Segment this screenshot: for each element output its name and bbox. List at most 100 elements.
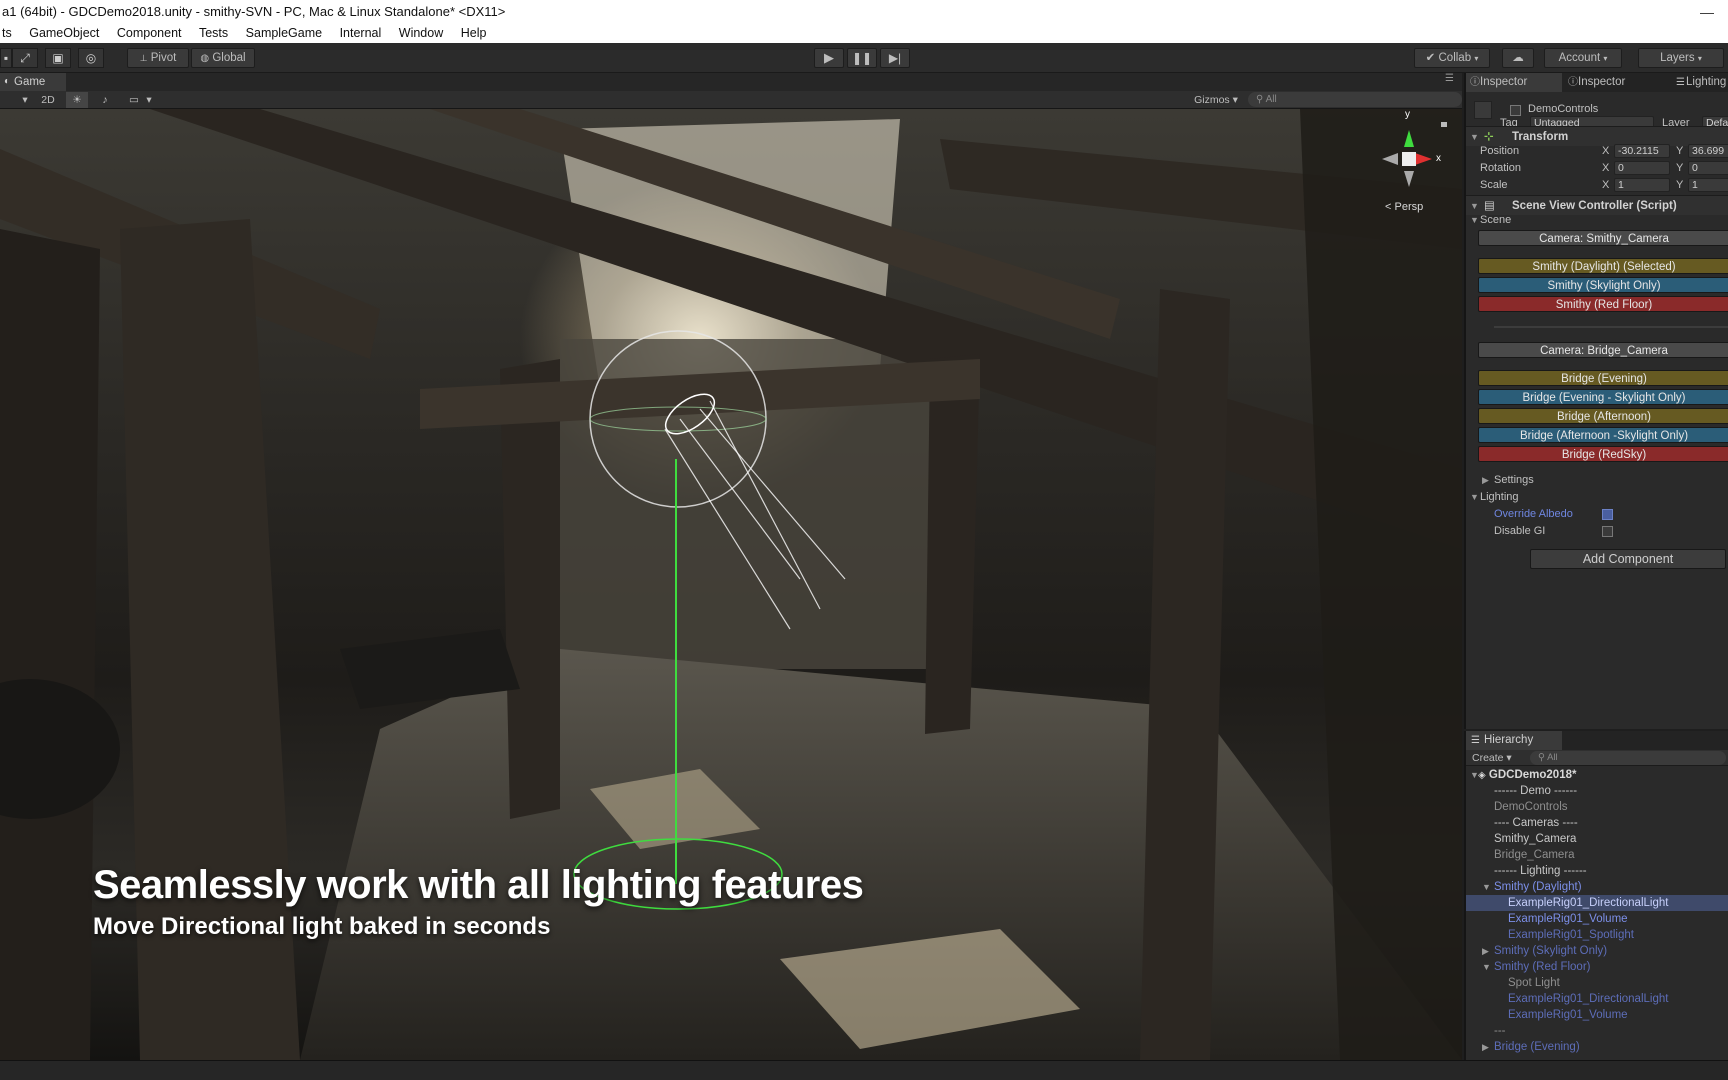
- menu-assets[interactable]: ts: [2, 24, 12, 43]
- panel-menu-icon[interactable]: ☰: [1445, 73, 1454, 84]
- chevron-down-icon: ▼: [1470, 215, 1479, 225]
- list-item[interactable]: ▶ Smithy (Skylight Only): [1466, 943, 1728, 959]
- effects-dropdown[interactable]: ▾: [144, 92, 154, 108]
- sun-icon[interactable]: ☀: [66, 92, 88, 108]
- menu-tests[interactable]: Tests: [199, 24, 228, 43]
- smithy-red-floor-button[interactable]: Smithy (Red Floor): [1478, 296, 1728, 312]
- scale-tool-icon[interactable]: ⤢: [12, 48, 38, 68]
- collab-button[interactable]: ✔ Collab ▾: [1414, 48, 1490, 68]
- tab-inspector-1[interactable]: ⓘ Inspector: [1466, 73, 1562, 92]
- list-item[interactable]: ------ Lighting ------: [1466, 863, 1728, 879]
- list-item[interactable]: Bridge_Camera: [1466, 847, 1728, 863]
- list-item[interactable]: ExampleRig01_DirectionalLight: [1466, 991, 1728, 1007]
- image-icon[interactable]: ▭: [124, 92, 144, 108]
- bridge-evening-skylight-button[interactable]: Bridge (Evening - Skylight Only): [1478, 389, 1728, 405]
- camera-bridge-button[interactable]: Camera: Bridge_Camera: [1478, 342, 1728, 358]
- add-component-button[interactable]: Add Component: [1530, 549, 1726, 569]
- tab-hierarchy[interactable]: ☰ Hierarchy: [1466, 731, 1562, 750]
- layers-button[interactable]: Layers ▾: [1638, 48, 1724, 68]
- position-y-value: 36.699: [1692, 145, 1725, 157]
- override-albedo-checkbox[interactable]: [1602, 509, 1613, 520]
- list-item[interactable]: ExampleRig01_DirectionalLight: [1466, 895, 1728, 911]
- step-button[interactable]: ▶|: [880, 48, 910, 68]
- audio-icon[interactable]: ♪: [94, 92, 116, 108]
- list-item[interactable]: ▶ Bridge (Evening): [1466, 1039, 1728, 1055]
- hierarchy-search-placeholder: All: [1547, 752, 1558, 763]
- list-item[interactable]: ExampleRig01_Volume: [1466, 911, 1728, 927]
- settings-foldout[interactable]: ▶ Settings: [1466, 472, 1728, 489]
- list-item[interactable]: ---: [1466, 1023, 1728, 1039]
- create-dropdown[interactable]: Create ▾: [1472, 750, 1512, 766]
- disable-gi-label: Disable GI: [1494, 525, 1546, 537]
- scale-x-value: 1: [1618, 179, 1624, 191]
- menu-component[interactable]: Component: [117, 24, 182, 43]
- list-item[interactable]: ExampleRig01_Volume: [1466, 1007, 1728, 1023]
- tab-inspector-2[interactable]: ⓘ Inspector: [1564, 73, 1660, 92]
- list-item[interactable]: ▼ Smithy (Daylight): [1466, 879, 1728, 895]
- global-button[interactable]: ◍ Global: [191, 48, 255, 68]
- account-button[interactable]: Account ▾: [1544, 48, 1622, 68]
- pause-button[interactable]: ❚❚: [847, 48, 877, 68]
- scale-x-field[interactable]: 1: [1614, 178, 1670, 192]
- collab-label: Collab: [1438, 52, 1472, 64]
- position-x-value: -30.2115: [1618, 145, 1659, 157]
- hierarchy-search-input[interactable]: ⚲ All: [1530, 751, 1726, 765]
- hierarchy-tab-strip: ☰ Hierarchy: [1466, 731, 1728, 750]
- chevron-down-icon: ▾: [1474, 54, 1479, 63]
- bridge-redsky-button[interactable]: Bridge (RedSky): [1478, 446, 1728, 462]
- cloud-button[interactable]: ☁: [1502, 48, 1534, 68]
- lock-icon[interactable]: [1441, 122, 1447, 127]
- chevron-down-icon: ▾: [1697, 54, 1702, 63]
- minimize-button[interactable]: —: [1700, 0, 1714, 24]
- list-item-label: Bridge (Evening): [1494, 1041, 1580, 1053]
- rotation-x-field[interactable]: 0: [1614, 161, 1670, 175]
- list-item[interactable]: ▼ Smithy (Red Floor): [1466, 959, 1728, 975]
- list-item[interactable]: ------ Demo ------: [1466, 783, 1728, 799]
- menu-samplegame[interactable]: SampleGame: [246, 24, 322, 43]
- list-item[interactable]: DemoControls: [1466, 799, 1728, 815]
- tab-game[interactable]: ◐ Game: [0, 73, 66, 91]
- scene-search-input[interactable]: ⚲ All: [1248, 92, 1462, 107]
- scene-foldout[interactable]: ▼ Scene: [1466, 212, 1728, 229]
- gizmos-dropdown[interactable]: Gizmos ▾: [1188, 92, 1244, 108]
- list-item[interactable]: Smithy_Camera: [1466, 831, 1728, 847]
- rect-transform-tool-icon[interactable]: ▣: [45, 48, 71, 68]
- menu-internal[interactable]: Internal: [340, 24, 382, 43]
- bridge-afternoon-skylight-button[interactable]: Bridge (Afternoon -Skylight Only): [1478, 427, 1728, 443]
- disable-gi-checkbox[interactable]: [1602, 526, 1613, 537]
- menu-help[interactable]: Help: [461, 24, 487, 43]
- position-y-field[interactable]: 36.699: [1688, 144, 1728, 158]
- scene-root[interactable]: ▼◈ GDCDemo2018*: [1466, 767, 1728, 783]
- bridge-evening-button[interactable]: Bridge (Evening): [1478, 370, 1728, 386]
- pivot-button[interactable]: ⊥ Pivot: [127, 48, 189, 68]
- inspector-tab-strip: ⓘ Inspector ⓘ Inspector ☰ Lighting: [1466, 73, 1728, 92]
- list-item[interactable]: ExampleRig01_Spotlight: [1466, 927, 1728, 943]
- shading-mode-dropdown[interactable]: ▾: [20, 92, 30, 108]
- overlay-title: Seamlessly work with all lighting featur…: [93, 863, 864, 907]
- camera-smithy-button[interactable]: Camera: Smithy_Camera: [1478, 230, 1728, 246]
- position-row: Position X -30.2115 Y 36.699: [1466, 143, 1728, 160]
- smithy-skylight-button[interactable]: Smithy (Skylight Only): [1478, 277, 1728, 293]
- rotation-y-field[interactable]: 0: [1688, 161, 1728, 175]
- position-x-field[interactable]: -30.2115: [1614, 144, 1670, 158]
- scale-y-field[interactable]: 1: [1688, 178, 1728, 192]
- play-button[interactable]: ▶: [814, 48, 844, 68]
- search-icon: ⚲: [1256, 94, 1264, 105]
- divider: [1494, 326, 1728, 328]
- persp-label[interactable]: < Persp: [1385, 201, 1423, 213]
- axis-x-label: x: [1436, 153, 1441, 164]
- list-item[interactable]: ---- Cameras ----: [1466, 815, 1728, 831]
- menu-gameobject[interactable]: GameObject: [29, 24, 99, 43]
- transform-tool-icon[interactable]: ◎: [78, 48, 104, 68]
- smithy-daylight-button[interactable]: Smithy (Daylight) (Selected): [1478, 258, 1728, 274]
- scene-viewport[interactable]: y x < Persp Seamlessly work with all lig…: [0, 109, 1462, 1060]
- rect-tool-icon[interactable]: ▪: [0, 48, 12, 68]
- bridge-afternoon-button[interactable]: Bridge (Afternoon): [1478, 408, 1728, 424]
- lighting-foldout[interactable]: ▼ Lighting: [1466, 489, 1728, 506]
- mode-2d-toggle[interactable]: 2D: [36, 92, 60, 108]
- menu-window[interactable]: Window: [399, 24, 443, 43]
- list-item[interactable]: Spot Light: [1466, 975, 1728, 991]
- x-label: X: [1602, 145, 1610, 157]
- hierarchy-panel: ☰ Hierarchy Create ▾ ⚲ All ▼◈ GDCDemo201…: [1464, 731, 1728, 1060]
- tab-lighting[interactable]: ☰ Lighting: [1672, 73, 1728, 92]
